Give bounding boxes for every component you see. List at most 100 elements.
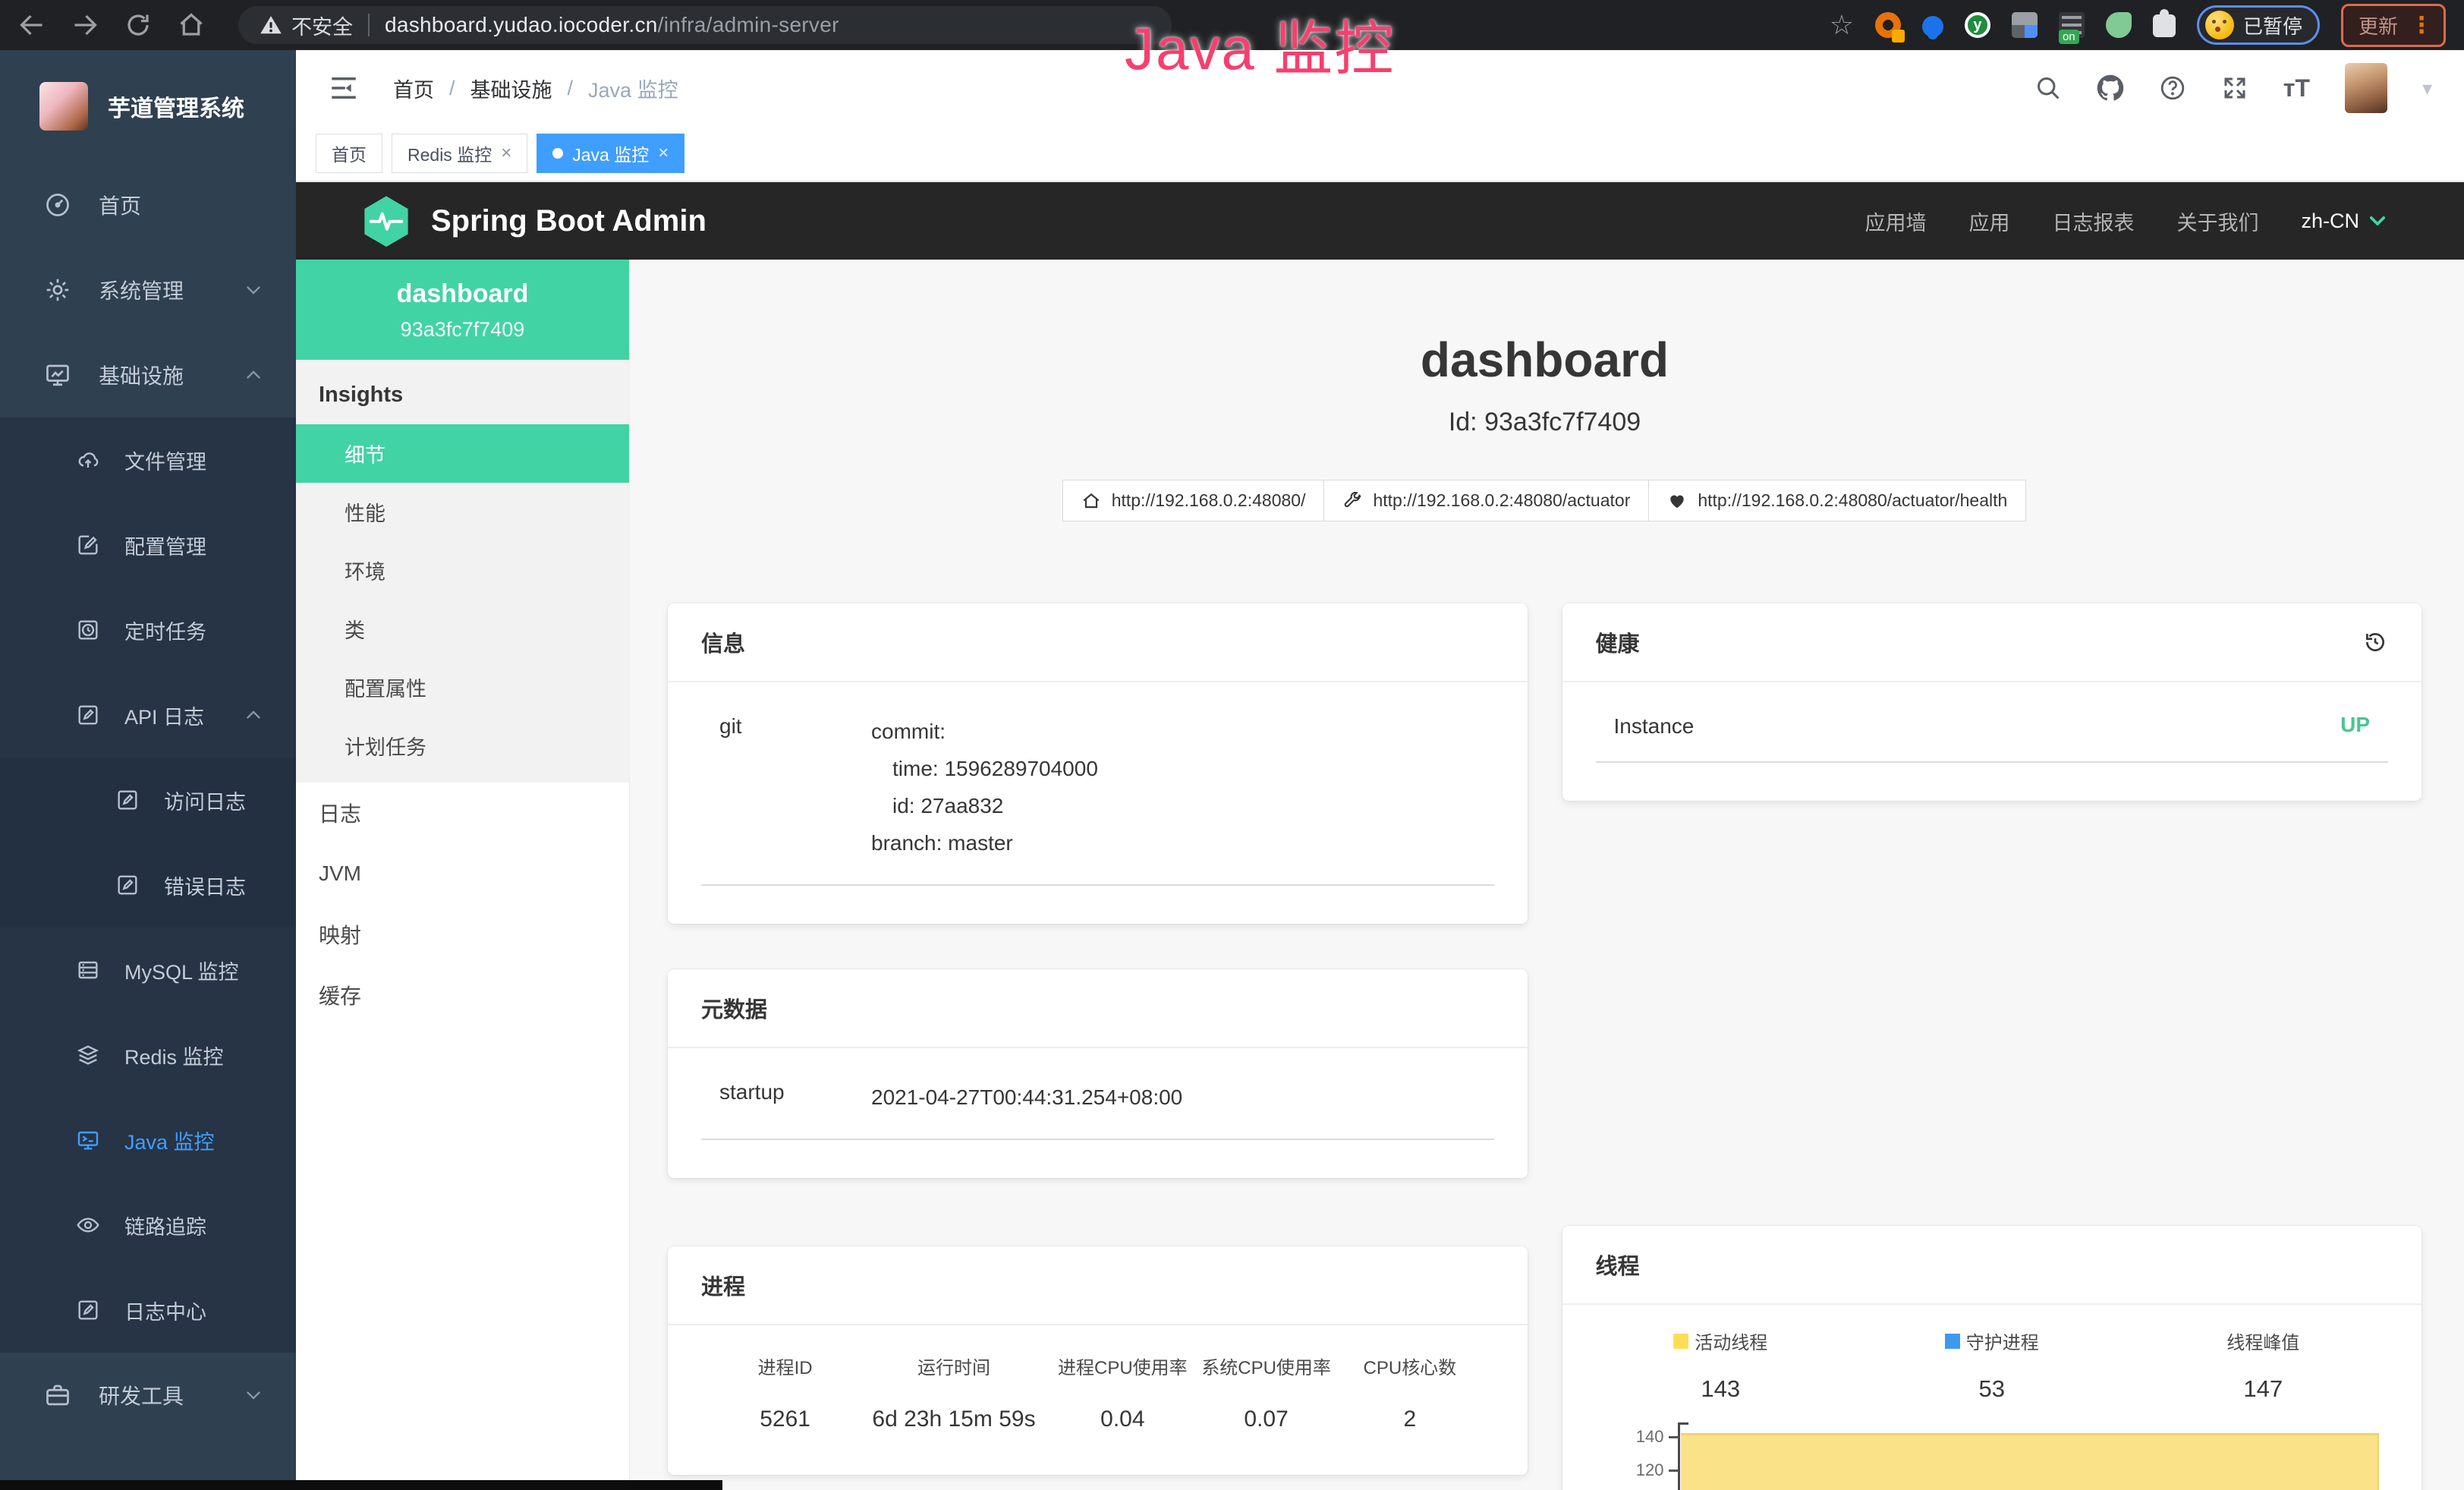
- sba-menu-performance[interactable]: 性能: [296, 483, 629, 541]
- sba-menu-scheduled-tasks[interactable]: 计划任务: [296, 717, 629, 775]
- service-url: http://192.168.0.2:48080/: [1112, 490, 1306, 511]
- extensions-puzzle-icon[interactable]: [2153, 14, 2176, 37]
- bookmark-star-icon[interactable]: ☆: [1830, 11, 1854, 39]
- sidebar-item-config-manage[interactable]: 配置管理: [0, 502, 296, 587]
- sba-menu-classes[interactable]: 类: [296, 600, 629, 658]
- browser-menu-kebab-icon[interactable]: ⋮: [2410, 12, 2433, 39]
- edit-square-icon: [76, 533, 100, 557]
- github-icon[interactable]: [2097, 74, 2124, 102]
- sba-locale-select[interactable]: zh-CN: [2301, 209, 2388, 233]
- actuator-url-link[interactable]: http://192.168.0.2:48080/actuator: [1323, 480, 1649, 521]
- sidebar-item-api-log[interactable]: API 日志: [0, 673, 296, 758]
- font-size-icon[interactable]: тT: [2283, 76, 2310, 100]
- browser-update-button[interactable]: 更新⋮: [2341, 4, 2446, 47]
- edit-square-icon: [76, 703, 100, 727]
- sba-locale-label: zh-CN: [2301, 209, 2359, 233]
- breadcrumb-home[interactable]: 首页: [393, 74, 434, 103]
- sba-nav-about[interactable]: 关于我们: [2176, 206, 2258, 236]
- sba-menu-mappings[interactable]: 映射: [296, 904, 629, 965]
- tab-label: Redis 监控: [408, 140, 492, 166]
- instance-header[interactable]: dashboard 93a3fc7f7409: [296, 260, 629, 360]
- sidebar-item-redis-monitor[interactable]: Redis 监控: [0, 1013, 296, 1098]
- back-icon[interactable]: [18, 11, 46, 39]
- sidebar-item-label: Java 监控: [124, 1126, 215, 1155]
- fullscreen-icon[interactable]: [2221, 74, 2248, 102]
- info-card: 信息 git commit: time: 1596289704000 id: 2: [668, 603, 1528, 924]
- omnibox-divider: [368, 14, 370, 36]
- sidebar-item-infra[interactable]: 基础设施: [0, 332, 296, 417]
- address-bar[interactable]: 不安全 dashboard.yudao.iocoder.cn/infra/adm…: [238, 6, 1172, 44]
- sba-nav-wall[interactable]: 应用墙: [1865, 206, 1926, 236]
- sba-menu-config-props[interactable]: 配置属性: [296, 658, 629, 717]
- sba-menu-loggers[interactable]: 日志: [296, 783, 629, 843]
- annotation-java-monitor: Java 监控: [1125, 2, 1395, 87]
- tab-redis-monitor[interactable]: Redis 监控 ×: [392, 134, 527, 173]
- close-icon[interactable]: ×: [658, 144, 669, 162]
- health-url-link[interactable]: http://192.168.0.2:48080/actuator/health: [1648, 480, 2026, 521]
- sba-menu-environment[interactable]: 环境: [296, 541, 629, 600]
- insights-group: Insights 细节 性能 环境 类 配置属性 计划任务: [296, 360, 629, 783]
- close-icon[interactable]: ×: [501, 144, 511, 162]
- sidebar-item-devtools[interactable]: 研发工具: [0, 1353, 296, 1438]
- page-url[interactable]: dashboard.yudao.iocoder.cn/infra/admin-s…: [385, 13, 839, 37]
- cards-column-right: 健康 Instance UP: [1562, 603, 2422, 1490]
- legend-swatch-blue: [1945, 1334, 1960, 1349]
- edit-square-icon: [115, 788, 140, 812]
- card-header: 元数据: [668, 969, 1528, 1048]
- service-url-link[interactable]: http://192.168.0.2:48080/: [1062, 480, 1325, 521]
- user-avatar[interactable]: [2345, 63, 2387, 113]
- spring-boot-admin-logo[interactable]: [363, 194, 410, 247]
- search-icon[interactable]: [2034, 74, 2062, 102]
- git-branch-line: branch: master: [871, 824, 1098, 862]
- breadcrumb-separator: /: [568, 77, 574, 100]
- url-host: dashboard.yudao.iocoder.cn: [385, 13, 658, 36]
- sidebar-item-log-center[interactable]: 日志中心: [0, 1268, 296, 1353]
- sidebar-item-error-log[interactable]: 错误日志: [0, 843, 296, 928]
- chevron-up-icon: [243, 704, 264, 726]
- refresh-icon[interactable]: [124, 11, 152, 39]
- sidebar-item-scheduled-jobs[interactable]: 定时任务: [0, 587, 296, 673]
- legend-label: 守护进程: [1945, 1328, 2039, 1354]
- forward-icon[interactable]: [71, 11, 99, 39]
- sba-menu-details[interactable]: 细节: [296, 424, 629, 483]
- card-title: 元数据: [701, 992, 767, 1024]
- extension-icon-pin[interactable]: [1922, 16, 1943, 37]
- extension-icon-switch[interactable]: [2059, 12, 2085, 38]
- extension-icon-grid[interactable]: [2012, 12, 2038, 38]
- extension-icon-orange[interactable]: [1875, 12, 1901, 38]
- sba-nav-journal[interactable]: 日志报表: [2052, 206, 2134, 236]
- live-threads-area-series: [1681, 1433, 2380, 1490]
- sidebar-item-tracing[interactable]: 链路追踪: [0, 1183, 296, 1268]
- row-key: git: [719, 713, 871, 739]
- sba-menu-jvm[interactable]: JVM: [296, 843, 629, 904]
- profile-paused-badge[interactable]: 已暂停: [2197, 5, 2320, 45]
- breadcrumb-section[interactable]: 基础设施: [470, 74, 552, 103]
- sidebar-item-home[interactable]: 首页: [0, 162, 296, 247]
- active-tab-dot: [552, 148, 563, 159]
- sidebar-item-access-log[interactable]: 访问日志: [0, 758, 296, 843]
- timer-icon: [76, 618, 100, 642]
- app-logo[interactable]: 芋道管理系统: [0, 50, 296, 162]
- tab-java-monitor[interactable]: Java 监控×: [537, 134, 684, 173]
- cloud-upload-icon: [76, 448, 100, 472]
- security-label[interactable]: 不安全: [291, 11, 353, 40]
- home-icon[interactable]: [178, 11, 205, 39]
- tab-home[interactable]: 首页: [316, 134, 382, 173]
- extension-icon-green[interactable]: [1965, 12, 1990, 38]
- tab-label: 首页: [332, 140, 367, 166]
- sba-menu-caches[interactable]: 缓存: [296, 965, 629, 1025]
- breadcrumb-current: Java 监控: [588, 74, 678, 103]
- extension-icon-leaf[interactable]: [2106, 12, 2132, 38]
- sba-brand-title[interactable]: Spring Boot Admin: [431, 204, 706, 238]
- infra-submenu: 文件管理 配置管理 定时任务 API 日志 访问日志: [0, 417, 296, 1353]
- sba-nav-applications[interactable]: 应用: [1968, 206, 2009, 236]
- user-menu-caret-icon[interactable]: ▾: [2422, 77, 2432, 100]
- sidebar-item-system[interactable]: 系统管理: [0, 247, 296, 332]
- sidebar-item-file-manage[interactable]: 文件管理: [0, 417, 296, 502]
- history-icon[interactable]: [2362, 629, 2388, 655]
- sidebar-item-java-monitor[interactable]: Java 监控: [0, 1098, 296, 1183]
- help-icon[interactable]: [2159, 74, 2186, 102]
- sidebar-collapse-icon[interactable]: [328, 72, 360, 104]
- sidebar-item-label: Redis 监控: [124, 1041, 224, 1070]
- sidebar-item-mysql-monitor[interactable]: MySQL 监控: [0, 928, 296, 1013]
